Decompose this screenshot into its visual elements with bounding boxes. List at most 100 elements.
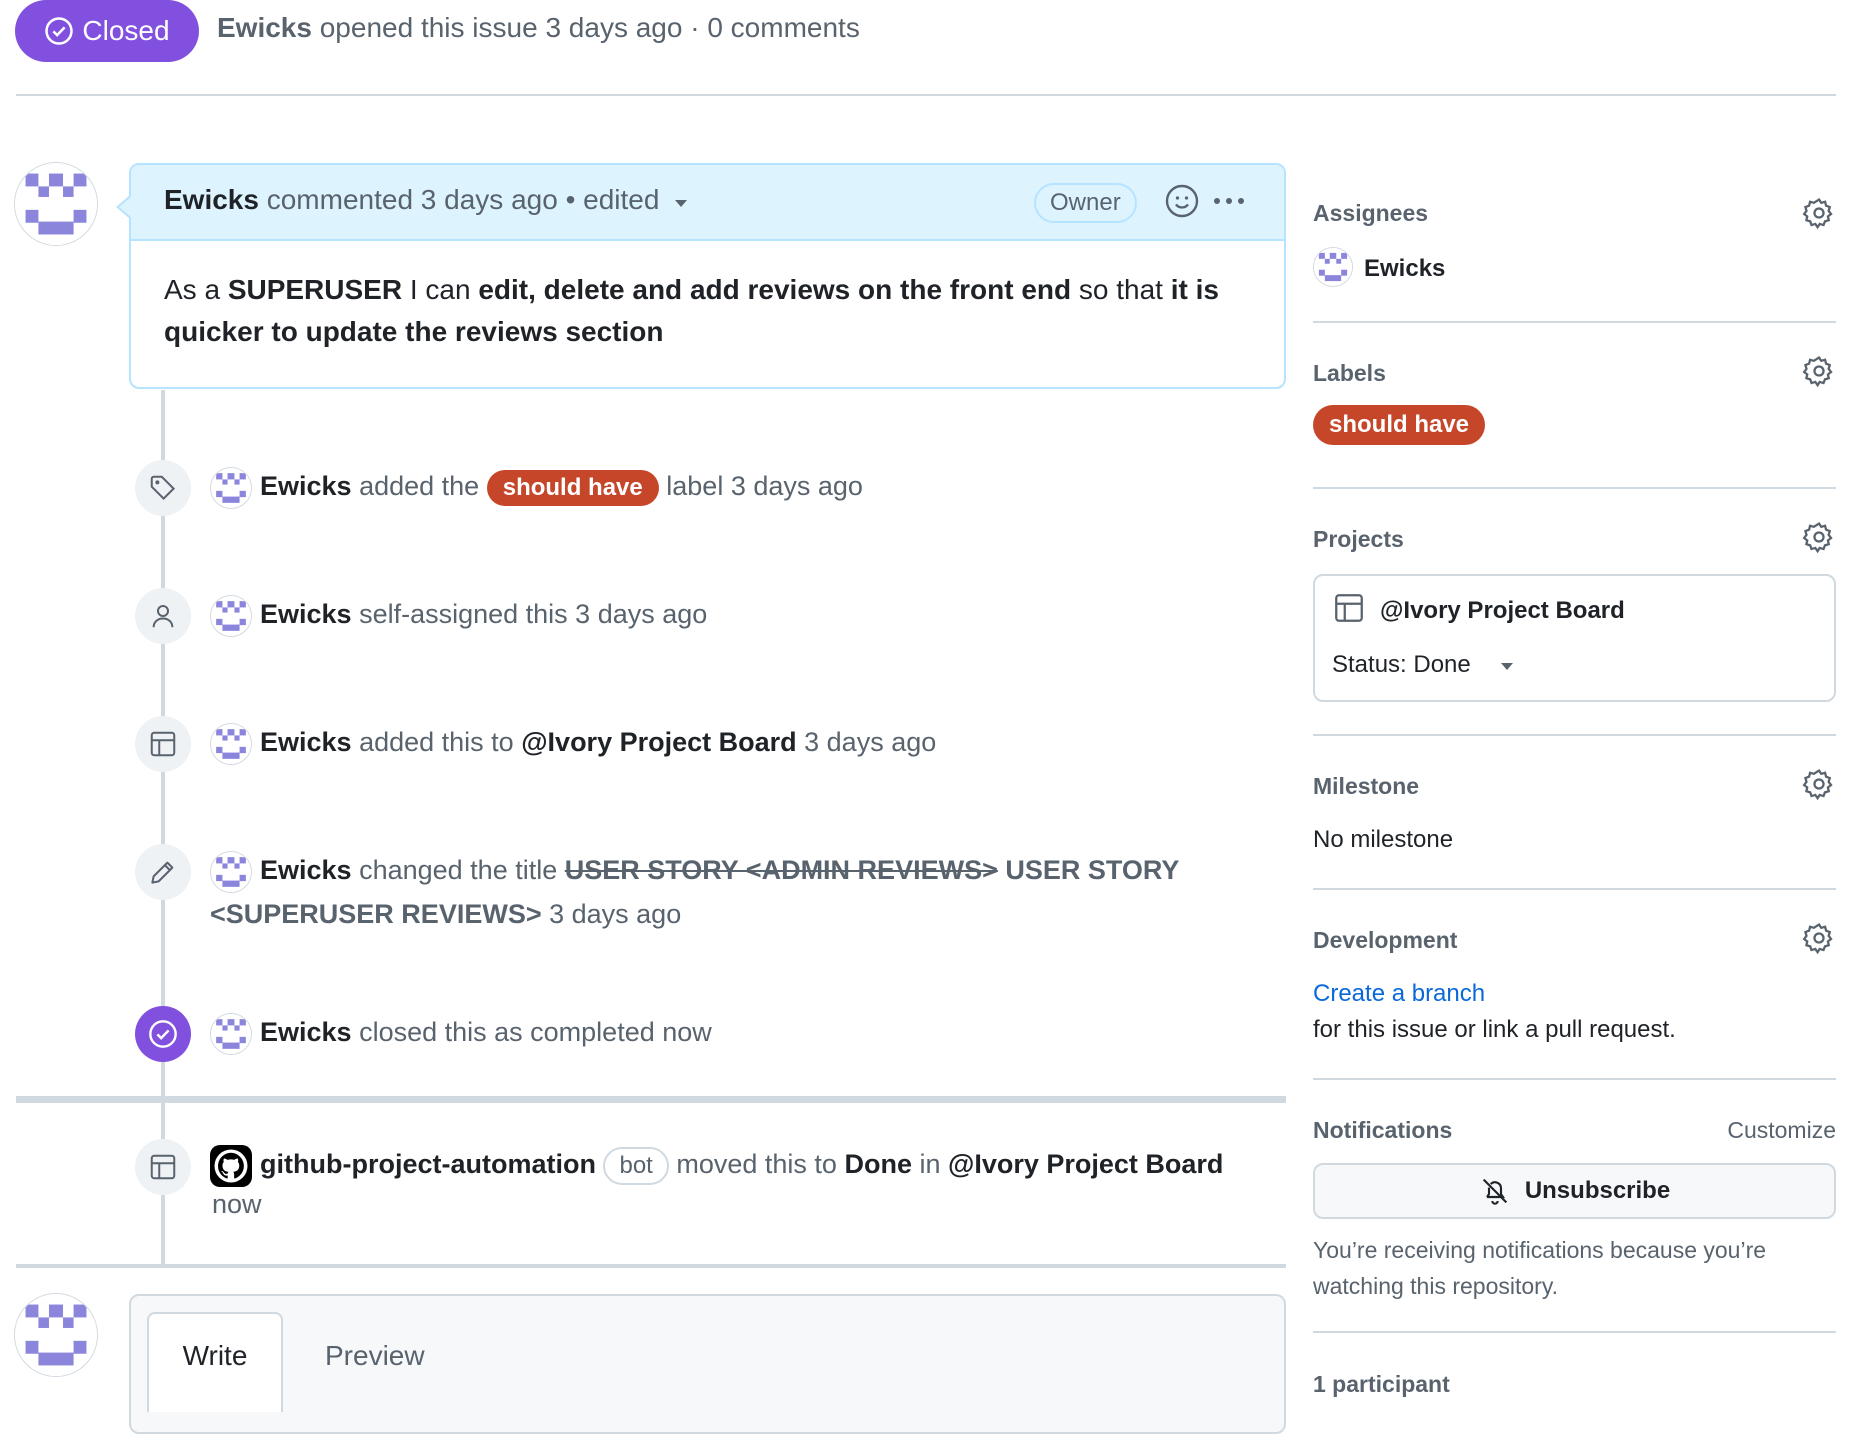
comment-author[interactable]: Ewicks xyxy=(164,184,259,215)
event-text: 3 days ago xyxy=(804,727,937,757)
issue-summary-text: opened this issue 3 days ago · 0 comment… xyxy=(319,12,860,43)
tab-write[interactable]: Write xyxy=(147,1312,283,1412)
project-link[interactable]: @Ivory Project Board xyxy=(521,727,796,757)
sidebar-divider xyxy=(1313,487,1836,489)
table-icon xyxy=(148,729,178,759)
event-text: added the xyxy=(359,471,480,501)
body-text-2: I can xyxy=(402,274,479,305)
check-circle-icon xyxy=(149,1020,177,1048)
state-badge: Closed xyxy=(15,0,199,62)
comment-edited[interactable]: • edited xyxy=(566,184,660,215)
event-text: changed the title xyxy=(359,855,558,885)
gear-icon[interactable] xyxy=(1802,520,1836,554)
event-author[interactable]: Ewicks xyxy=(260,599,352,629)
development-text: for this issue or link a pull request. xyxy=(1313,1016,1676,1043)
milestone-value: No milestone xyxy=(1313,826,1454,853)
sidebar-divider xyxy=(1313,1078,1836,1080)
gear-icon[interactable] xyxy=(1802,767,1836,801)
notifications-text: You’re receiving notifications because y… xyxy=(1313,1237,1767,1299)
event-label: Ewicks added the should have label 3 day… xyxy=(260,464,863,508)
event-author[interactable]: Ewicks xyxy=(260,471,352,501)
sidebar-divider xyxy=(1313,734,1836,736)
gear-icon[interactable] xyxy=(1802,921,1836,955)
body-bold-2: edit, delete and add reviews on the fron… xyxy=(478,274,1072,305)
event-author[interactable]: Ewicks xyxy=(260,1017,352,1047)
comment-header: Ewicks commented 3 days ago • edited Own… xyxy=(131,165,1284,241)
gear-icon[interactable] xyxy=(1802,354,1836,388)
should-have-label[interactable]: should have xyxy=(486,470,659,506)
owner-badge: Owner xyxy=(1034,183,1137,223)
project-link[interactable]: @Ivory Project Board xyxy=(948,1149,1223,1179)
event-project-badge xyxy=(135,1139,191,1195)
assignee-name[interactable]: Ewicks xyxy=(1364,255,1445,283)
event-pencil-badge xyxy=(135,844,191,900)
event-author[interactable]: Ewicks xyxy=(260,727,352,757)
check-circle-icon xyxy=(45,17,74,45)
event-text: self-assigned this 3 days ago xyxy=(359,599,708,629)
tag-icon xyxy=(150,475,176,501)
event-author[interactable]: Ewicks xyxy=(260,855,352,885)
project-status-text: Status: Done xyxy=(1332,651,1471,678)
labels-title[interactable]: Labels xyxy=(1313,360,1386,387)
assignees-title[interactable]: Assignees xyxy=(1313,200,1428,227)
unsubscribe-label: Unsubscribe xyxy=(1524,1177,1671,1204)
table-icon xyxy=(148,1152,178,1182)
should-have-label[interactable]: should have xyxy=(1313,405,1486,445)
body-bold-1: SUPERUSER xyxy=(227,274,403,305)
unsubscribe-button[interactable]: Unsubscribe xyxy=(1313,1163,1836,1219)
body-text-1: As a xyxy=(164,274,228,305)
header-divider xyxy=(16,94,1836,96)
comment-meta[interactable]: commented 3 days ago xyxy=(267,184,558,215)
timeline-line xyxy=(161,390,165,1268)
project-status[interactable]: Status: Done xyxy=(1332,651,1515,679)
bot-badge: bot xyxy=(603,1147,669,1185)
event-title-change: Ewicks changed the title USER STORY <ADM… xyxy=(210,848,1230,936)
event-project: Ewicks added this to @Ivory Project Boar… xyxy=(260,720,936,764)
event-avatar[interactable] xyxy=(210,595,252,637)
timeline-bottom-divider xyxy=(16,1264,1286,1268)
smiley-icon[interactable] xyxy=(1164,183,1200,219)
event-project-badge xyxy=(135,716,191,772)
old-title: USER STORY <ADMIN REVIEWS> xyxy=(564,855,998,885)
triangle-down-icon[interactable] xyxy=(673,197,689,209)
event-avatar[interactable] xyxy=(210,723,252,765)
event-text: added this to xyxy=(359,727,514,757)
event-avatar[interactable] xyxy=(210,467,252,509)
timeline-separator xyxy=(16,1096,1286,1103)
customize-link[interactable]: Customize xyxy=(1727,1117,1836,1144)
event-bot: github-project-automation bot moved this… xyxy=(210,1142,1290,1226)
milestone-title[interactable]: Milestone xyxy=(1313,773,1419,800)
development-title[interactable]: Development xyxy=(1313,927,1457,954)
kebab-icon[interactable] xyxy=(1209,183,1249,219)
bot-author[interactable]: github-project-automation xyxy=(260,1149,596,1179)
issue-author[interactable]: Ewicks xyxy=(217,12,312,43)
sidebar-divider xyxy=(1313,888,1836,890)
comment-avatar[interactable] xyxy=(14,162,98,246)
bell-slash-icon xyxy=(1482,1178,1507,1205)
event-text: in xyxy=(919,1149,941,1179)
event-closed-badge xyxy=(135,1006,191,1062)
create-branch-link[interactable]: Create a branch xyxy=(1313,980,1485,1008)
comment-box: Ewicks commented 3 days ago • edited Own… xyxy=(129,163,1286,389)
issue-summary: Ewicks opened this issue 3 days ago · 0 … xyxy=(217,12,860,44)
event-text: closed this as completed now xyxy=(359,1017,712,1047)
pencil-icon xyxy=(151,861,174,884)
tab-preview[interactable]: Preview xyxy=(325,1340,425,1372)
sidebar-divider xyxy=(1313,321,1836,323)
project-name[interactable]: @Ivory Project Board xyxy=(1380,597,1625,625)
project-card xyxy=(1313,574,1836,702)
event-text: moved this to xyxy=(676,1149,837,1179)
table-icon xyxy=(1332,591,1366,625)
event-avatar[interactable] xyxy=(210,1013,252,1055)
composer-box xyxy=(129,1294,1286,1434)
composer-avatar[interactable] xyxy=(14,1293,98,1377)
body-text-3: so that xyxy=(1071,274,1171,305)
assignee-avatar[interactable] xyxy=(1313,247,1353,287)
projects-title[interactable]: Projects xyxy=(1313,526,1404,553)
gear-icon[interactable] xyxy=(1802,196,1836,230)
sidebar-divider xyxy=(1313,1331,1836,1333)
person-icon xyxy=(152,605,174,628)
comment-pointer-fill xyxy=(119,197,131,217)
event-closed: Ewicks closed this as completed now xyxy=(260,1010,712,1054)
tab-preview-label: Preview xyxy=(325,1340,425,1371)
